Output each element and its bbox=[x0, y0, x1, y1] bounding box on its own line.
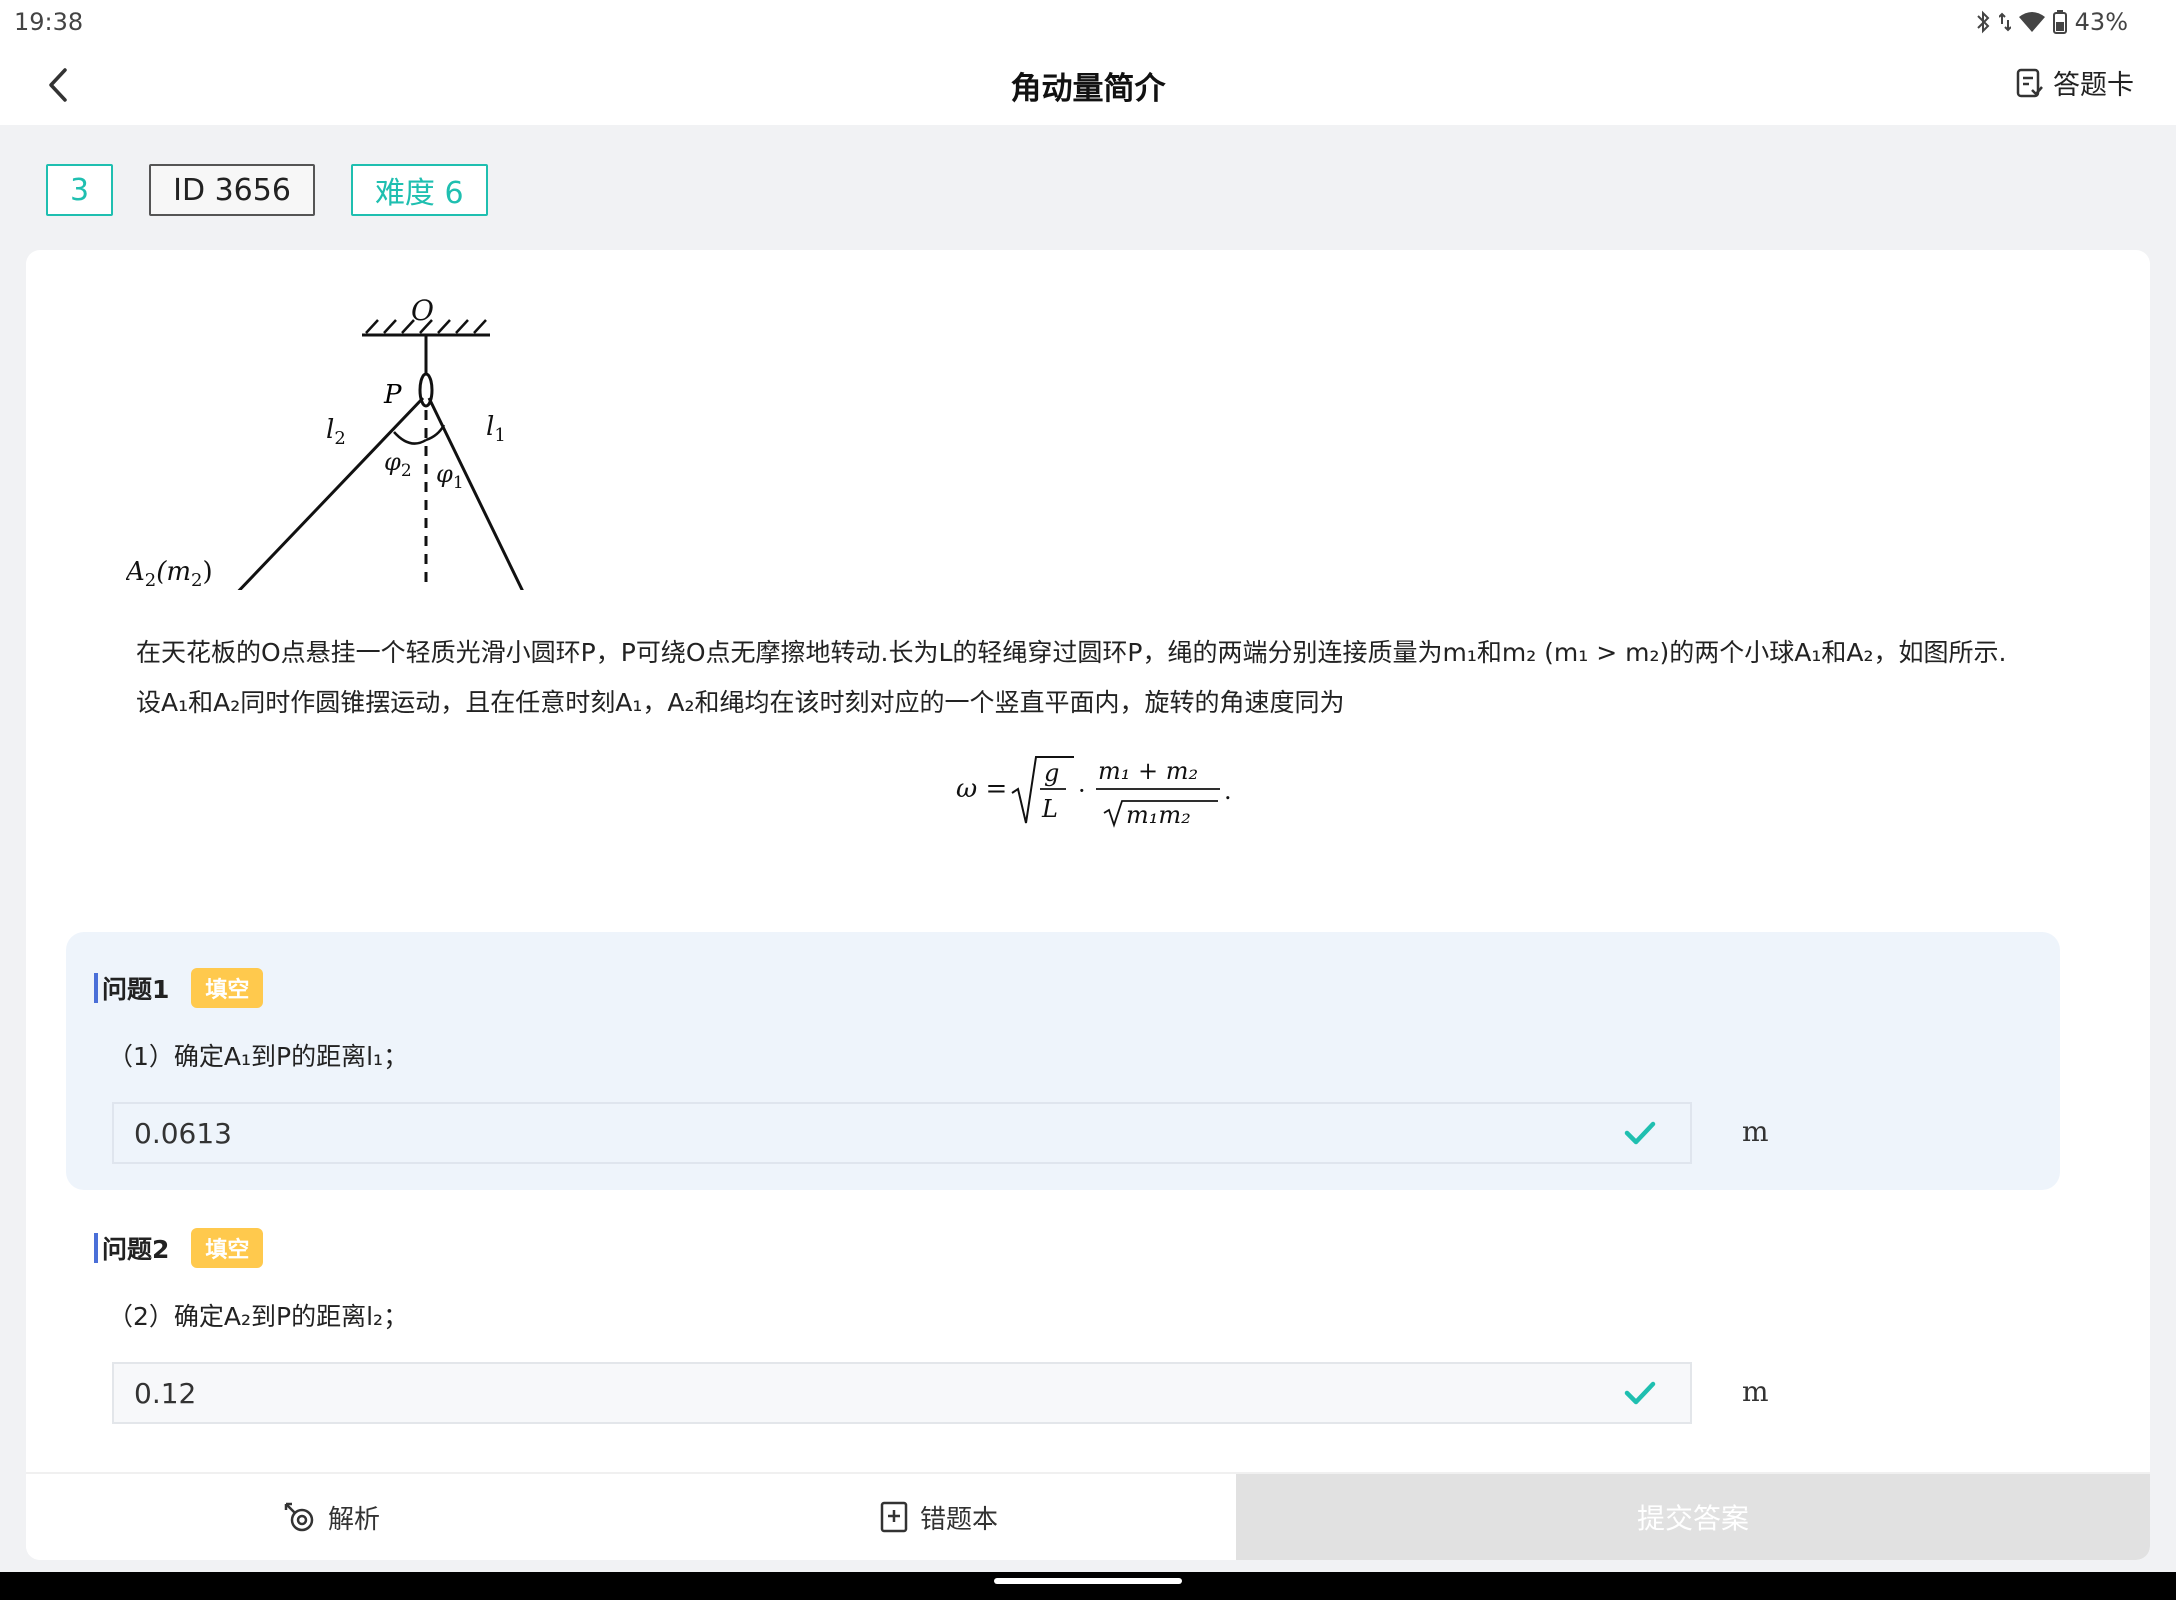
svg-text:.: . bbox=[1224, 777, 1232, 805]
question-id-tag: ID 3656 bbox=[149, 164, 315, 216]
answer-unit: m bbox=[1742, 1375, 1769, 1408]
answer-card-icon bbox=[2016, 68, 2043, 97]
label-l1: l1 bbox=[486, 412, 506, 446]
question-text: （1）确定A₁到P的距离l₁； bbox=[108, 1042, 409, 1071]
question-header: 问题2 填空 bbox=[94, 1228, 264, 1268]
answer-value: 0.0613 bbox=[134, 1116, 232, 1150]
problem-line-1: 在天花板的O点悬挂一个轻质光滑小圆环P，P可绕O点无摩擦地转动.长为L的轻绳穿过… bbox=[136, 638, 2007, 667]
question-index-tag: 3 bbox=[46, 164, 114, 216]
question-accent-bar bbox=[94, 1233, 98, 1263]
svg-text:ω =: ω = bbox=[956, 774, 1007, 804]
answer-card-button[interactable]: 答题卡 bbox=[2015, 63, 2134, 102]
question-text: （2）确定A₂到P的距离l₂； bbox=[108, 1302, 409, 1331]
system-nav-bar bbox=[0, 1572, 2176, 1600]
label-phi1: φ1 bbox=[436, 460, 464, 493]
question-accent-bar bbox=[94, 973, 98, 1003]
status-time: 19:38 bbox=[14, 8, 84, 36]
status-icons: 43% bbox=[1975, 8, 2128, 36]
problem-line-2: 设A₁和A₂同时作圆锥摆运动，且在任意时刻A₁，A₂和绳均在该时刻对应的一个竖直… bbox=[136, 688, 1345, 717]
page-title: 角动量简介 bbox=[1010, 71, 1166, 107]
label-A1: A1(m1) bbox=[538, 587, 627, 590]
svg-text:m₁m₂: m₁m₂ bbox=[1126, 801, 1191, 829]
wrongbook-icon bbox=[880, 1501, 908, 1533]
question-block-2: 问题2 填空 （2）确定A₂到P的距离l₂； 0.12 m bbox=[66, 1192, 2060, 1424]
analysis-button[interactable]: 解析 bbox=[282, 1474, 380, 1560]
answer-unit: m bbox=[1742, 1115, 1769, 1148]
question-tags: 3 ID 3656 难度 6 bbox=[46, 164, 488, 216]
answer-input[interactable]: 0.0613 bbox=[112, 1102, 1692, 1164]
bluetooth-icon bbox=[1976, 10, 1990, 34]
home-gesture-handle[interactable] bbox=[994, 1578, 1182, 1584]
data-arrows-icon bbox=[1998, 12, 2011, 32]
status-bar: 19:38 43% bbox=[0, 0, 2176, 45]
question-card: O P l2 l1 φ2 φ1 A2(m2) 在天花板的O点悬挂一个轻质光滑小圆… bbox=[26, 250, 2150, 1560]
svg-text:g: g bbox=[1044, 759, 1059, 787]
submit-answer-button[interactable]: 提交答案 bbox=[1236, 1474, 2150, 1560]
label-A2: A2(m2) bbox=[126, 557, 213, 590]
answer-input[interactable]: 0.12 bbox=[112, 1362, 1692, 1424]
svg-text:L: L bbox=[1041, 795, 1058, 823]
answer-value: 0.12 bbox=[134, 1376, 197, 1410]
answer-card-label: 答题卡 bbox=[2053, 70, 2134, 101]
bottom-action-bar: 解析 错题本 提交答案 bbox=[26, 1472, 2150, 1560]
battery-icon bbox=[2052, 10, 2067, 34]
question-type-badge: 填空 bbox=[191, 968, 264, 1008]
analysis-label: 解析 bbox=[328, 1504, 381, 1535]
correct-check-icon bbox=[1624, 1121, 1656, 1145]
svg-text:m₁ + m₂: m₁ + m₂ bbox=[1098, 757, 1198, 785]
analysis-icon bbox=[284, 1502, 314, 1532]
question-title: 问题1 bbox=[102, 975, 170, 1004]
label-phi2: φ2 bbox=[384, 448, 412, 481]
question-header: 问题1 填空 bbox=[94, 968, 264, 1008]
problem-text: 在天花板的O点悬挂一个轻质光滑小圆环P，P可绕O点无摩擦地转动.长为L的轻绳穿过… bbox=[136, 628, 2096, 728]
question-title: 问题2 bbox=[102, 1235, 170, 1264]
battery-percent: 43% bbox=[2074, 8, 2128, 36]
label-P: P bbox=[383, 380, 402, 410]
difficulty-tag: 难度 6 bbox=[350, 164, 488, 216]
label-l2: l2 bbox=[326, 415, 346, 449]
wrongbook-button[interactable]: 错题本 bbox=[880, 1474, 998, 1560]
title-bar: 角动量简介 答题卡 bbox=[0, 45, 2176, 125]
correct-check-icon bbox=[1624, 1381, 1656, 1405]
pendulum-figure: O P l2 l1 φ2 φ1 A2(m2) bbox=[126, 294, 627, 590]
question-block-1: 问题1 填空 （1）确定A₁到P的距离l₁； 0.0613 m bbox=[66, 932, 2060, 1190]
svg-text:·: · bbox=[1078, 777, 1086, 805]
wifi-icon bbox=[2018, 12, 2045, 32]
omega-formula: ω = g L · m₁ + m₂ m₁m₂ . bbox=[956, 756, 1232, 829]
wrongbook-label: 错题本 bbox=[920, 1504, 999, 1535]
question-type-badge: 填空 bbox=[191, 1228, 264, 1268]
